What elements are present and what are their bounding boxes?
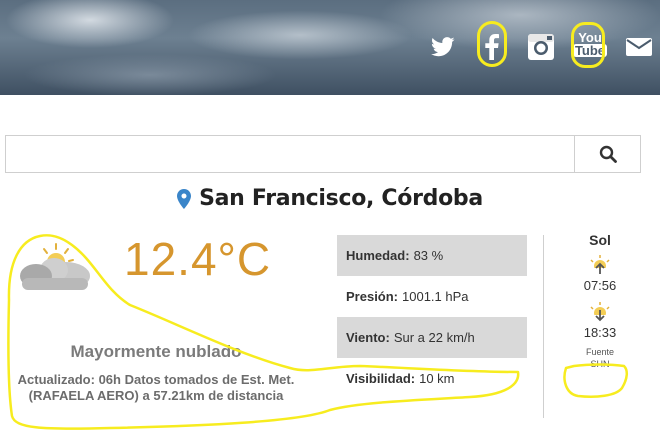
weather-description: Mayormente nublado	[70, 342, 242, 361]
map-pin-icon	[177, 188, 192, 209]
source-line-2: SHN	[590, 359, 610, 369]
instagram-icon	[528, 34, 554, 60]
source-credit: Fuente SHN	[570, 346, 630, 370]
search-icon	[599, 145, 617, 163]
search-input[interactable]	[6, 136, 574, 172]
sunset-icon	[590, 302, 610, 323]
mail-link[interactable]	[622, 30, 656, 64]
stat-label: Viento:	[346, 330, 390, 345]
search-bar	[5, 135, 641, 173]
stat-wind: Viento: Sur a 22 km/h	[337, 317, 527, 358]
sun-panel: Sol 07:56 18:33 Fuente SHN	[570, 230, 630, 370]
sunrise-time: 07:56	[583, 278, 617, 293]
header-banner: You Tube	[0, 0, 660, 95]
sunrise-icon	[590, 255, 610, 276]
stat-label: Humedad:	[346, 248, 410, 263]
annotation-circle-facebook	[477, 21, 507, 67]
twitter-icon	[431, 37, 455, 57]
sun-title: Sol	[589, 232, 611, 248]
column-divider	[543, 235, 544, 418]
stat-value: Sur a 22 km/h	[393, 330, 475, 345]
source-line-1: Fuente	[585, 347, 615, 357]
stat-visibility: Visibilidad: 10 km	[337, 358, 527, 399]
sunset-time: 18:33	[583, 325, 617, 340]
stat-label: Visibilidad:	[346, 371, 416, 386]
twitter-link[interactable]	[426, 30, 460, 64]
stat-value: 1001.1 hPa	[402, 289, 469, 304]
stat-value: 83 %	[413, 248, 444, 263]
weather-stats: Humedad: 83 % Presión: 1001.1 hPa Viento…	[337, 235, 527, 399]
stat-label: Presión:	[346, 289, 399, 304]
location-header: San Francisco, Córdoba	[0, 186, 660, 211]
temperature: 12.4°C	[124, 233, 272, 285]
weather-page: You Tube San Francisco, Córdoba 12.4°C M…	[0, 0, 660, 432]
partly-cloudy-icon	[20, 243, 90, 290]
stat-value: 10 km	[419, 371, 455, 386]
mail-icon	[626, 38, 652, 56]
location-name: San Francisco, Córdoba	[199, 186, 483, 211]
instagram-link[interactable]	[524, 30, 558, 64]
stat-pressure: Presión: 1001.1 hPa	[337, 276, 527, 317]
annotation-circle-youtube	[571, 22, 605, 68]
updated-info: Actualizado: 06h Datos tomados de Est. M…	[17, 372, 295, 403]
search-button[interactable]	[574, 136, 640, 172]
stat-humidity: Humedad: 83 %	[337, 235, 527, 276]
